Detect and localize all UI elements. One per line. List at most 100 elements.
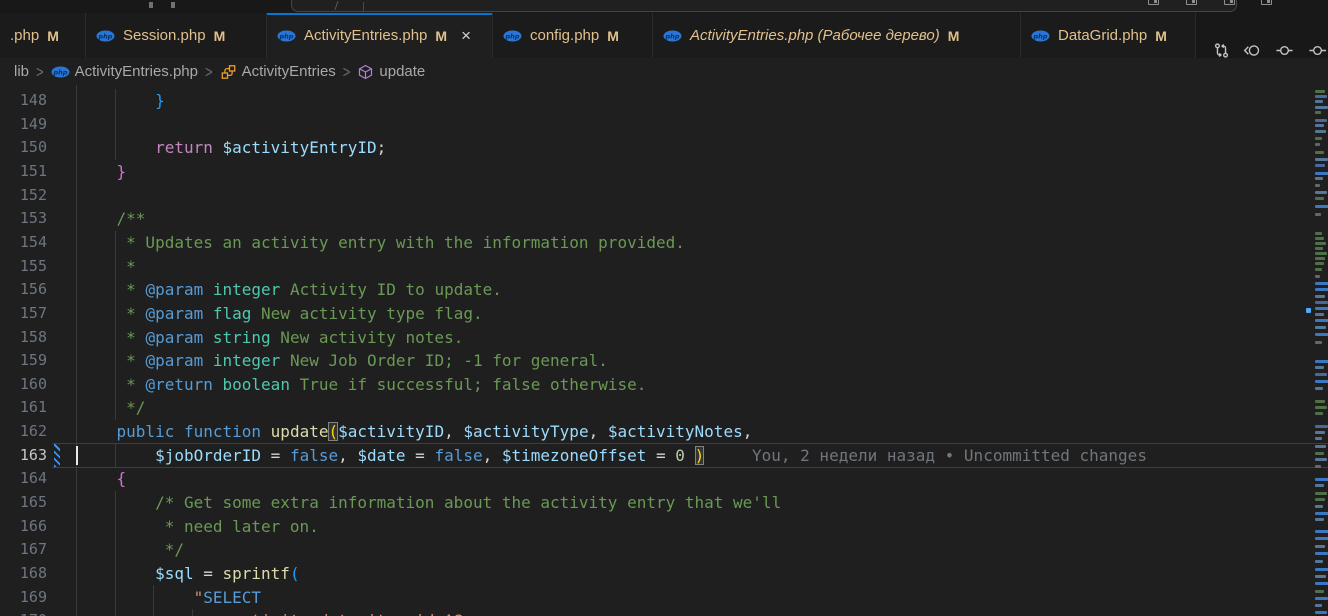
next-commit-icon[interactable] [1309,42,1326,59]
minimap-line [1315,360,1328,363]
layout-customize-icon[interactable] [1261,0,1272,5]
code-text: */ [78,538,184,562]
minimap-line [1315,90,1325,93]
breadcrumb-label: lib [14,63,29,80]
php-icon: php [96,30,115,42]
code-line-150[interactable]: 150 return $activityEntryID; [0,136,1328,160]
tab-activityentries-php-[interactable]: phpActivityEntries.php (Рабочее дерево)M [653,13,1021,58]
line-number[interactable]: 149 [0,113,47,137]
minimap-line [1315,313,1324,316]
line-number[interactable]: 164 [0,467,47,491]
line-number[interactable]: 166 [0,515,47,539]
breadcrumb-item-activityentries-php[interactable]: php ActivityEntries.php [51,63,198,80]
git-blame-annotation: You, 2 недели назад • Uncommitted change… [752,444,1147,468]
breadcrumb: lib>phpActivityEntries.php>ActivityEntri… [0,58,1328,85]
minimap[interactable] [1313,85,1328,616]
minimap-line [1315,604,1322,607]
class-icon [220,64,237,80]
code-text: * Updates an activity entry with the inf… [78,231,685,255]
code-line-151[interactable]: 151 } [0,160,1328,184]
code-line-165[interactable]: 165 /* Get some extra information about … [0,491,1328,515]
line-number[interactable]: 150 [0,136,47,160]
code-text: */ [78,396,145,420]
minimap-line [1315,172,1328,175]
line-number[interactable]: 168 [0,562,47,586]
line-number[interactable]: 169 [0,586,47,610]
compare-changes-icon[interactable] [1213,42,1230,59]
line-number[interactable]: 158 [0,326,47,350]
code-line-159[interactable]: 159 * @param integer New Job Order ID; -… [0,349,1328,373]
breadcrumb-label: ActivityEntries.php [75,63,198,80]
minimap-line [1315,560,1323,563]
code-line-149[interactable]: 149 [0,113,1328,137]
code-text: } [78,89,165,113]
git-modified-badge: M [948,28,960,44]
code-line-148[interactable]: 148 } [0,89,1328,113]
minimap-line [1315,184,1320,187]
tab-activityentries-php[interactable]: phpActivityEntries.phpM× [267,13,493,58]
code-line-153[interactable]: 153 /** [0,207,1328,231]
breadcrumb-item-lib[interactable]: lib [14,63,29,80]
git-commit-icon[interactable] [1276,42,1293,59]
line-number[interactable]: 161 [0,396,47,420]
minimap-line [1315,326,1326,329]
svg-text:php: php [52,68,67,76]
layout-secondary-sidebar-icon[interactable] [1224,0,1235,5]
code-line-154[interactable]: 154 * Updates an activity entry with the… [0,231,1328,255]
line-number[interactable]: 163 [0,444,47,468]
code-line-155[interactable]: 155 * [0,255,1328,279]
line-number[interactable]: 151 [0,160,47,184]
breadcrumb-item-update[interactable]: update [357,63,425,80]
code-text: $jobOrderID = false, $date = false, $tim… [78,444,704,468]
close-icon[interactable]: × [461,27,471,44]
code-line-167[interactable]: 167 */ [0,538,1328,562]
line-number[interactable]: 156 [0,278,47,302]
tab-session-php[interactable]: phpSession.phpM [86,13,267,58]
line-number[interactable]: 157 [0,302,47,326]
code-line-160[interactable]: 160 * @return boolean True if successful… [0,373,1328,397]
code-line-157[interactable]: 157 * @param flag New activity type flag… [0,302,1328,326]
tab--php[interactable]: .phpM [0,13,86,58]
tab-datagrid-php[interactable]: phpDataGrid.phpM [1021,13,1196,58]
line-number[interactable]: 148 [0,89,47,113]
code-editor[interactable]: 148 }149150 return $activityEntryID;151 … [0,85,1328,616]
minimap-line [1315,137,1322,140]
code-line-162[interactable]: 162 public function update($activityID, … [0,420,1328,444]
svg-text:php: php [505,32,520,40]
line-number[interactable]: 170 [0,609,47,616]
line-number[interactable]: 162 [0,420,47,444]
line-number[interactable]: 155 [0,255,47,279]
line-number[interactable]: 160 [0,373,47,397]
code-line-156[interactable]: 156 * @param integer Activity ID to upda… [0,278,1328,302]
line-number[interactable]: 153 [0,207,47,231]
code-text: * @return boolean True if successful; fa… [78,373,646,397]
code-line-169[interactable]: 169 "SELECT [0,586,1328,610]
code-line-161[interactable]: 161 */ [0,396,1328,420]
code-line-166[interactable]: 166 * need later on. [0,515,1328,539]
previous-change-icon[interactable] [1243,42,1260,59]
command-center-search[interactable] [291,0,1237,12]
minimap-line [1315,597,1328,600]
code-line-168[interactable]: 168 $sql = sprintf( [0,562,1328,586]
code-line-158[interactable]: 158 * @param string New activity notes. [0,326,1328,350]
minimap-line [1315,518,1324,521]
line-number[interactable]: 154 [0,231,47,255]
layout-panel-icon[interactable] [1186,0,1197,5]
code-line-152[interactable]: 152 [0,184,1328,208]
editor-actions [1196,13,1328,58]
minimap-line [1315,257,1325,260]
line-number[interactable]: 159 [0,349,47,373]
code-text: return $activityEntryID; [78,136,386,160]
line-number[interactable]: 152 [0,184,47,208]
tab-config-php[interactable]: phpconfig.phpM [493,13,653,58]
line-number[interactable]: 165 [0,491,47,515]
breadcrumb-item-activityentries[interactable]: ActivityEntries [220,63,336,80]
code-text: } [78,160,126,184]
minimap-line [1315,458,1327,461]
line-number[interactable]: 167 [0,538,47,562]
code-line-170[interactable]: 170 activity.data_item_id AS [0,609,1328,616]
code-line-164[interactable]: 164 { [0,467,1328,491]
vscode-window: .phpMphpSession.phpMphpActivityEntries.p… [0,0,1328,616]
layout-sidebar-icon[interactable] [1148,0,1159,5]
minimap-line [1315,498,1325,501]
